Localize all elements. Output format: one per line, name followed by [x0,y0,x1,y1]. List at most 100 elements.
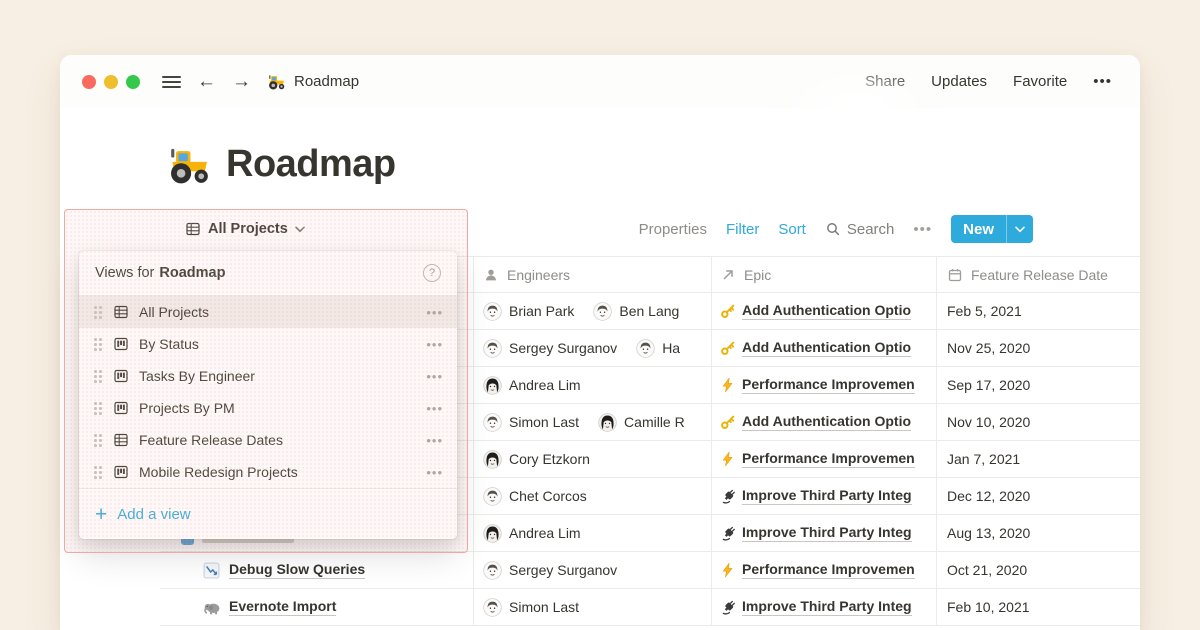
toolbar-more-button[interactable]: ••• [913,221,932,238]
drag-handle-icon[interactable] [93,401,102,415]
favorite-button[interactable]: Favorite [1013,73,1067,90]
views-dropdown-menu: Views for Roadmap ? All Projects ••• By … [79,251,457,539]
topbar-more-button[interactable]: ••• [1093,73,1112,90]
item-more-button[interactable]: ••• [426,401,443,416]
filter-button[interactable]: Filter [726,221,759,238]
drag-handle-icon[interactable] [93,369,102,383]
table-view-icon [113,304,129,320]
epic-link[interactable]: Performance Improvemen [742,376,915,395]
views-menu-item-by-status[interactable]: By Status ••• [79,328,457,360]
table-view-icon [113,432,129,448]
views-menu-item-all-projects[interactable]: All Projects ••• [79,296,457,328]
zap-icon [720,377,736,393]
avatar [483,450,502,469]
tractor-icon [267,72,286,91]
people-icon [483,267,499,283]
table-row: Debug Slow Queries Sergey Surganov Perfo… [160,552,1140,589]
view-tab-all-projects[interactable]: All Projects [185,221,305,237]
minimize-window-button[interactable] [104,75,118,89]
new-dropdown-chevron-icon[interactable] [1007,226,1033,233]
avatar [483,302,502,321]
project-link[interactable]: Debug Slow Queries [229,561,365,580]
epic-link[interactable]: Improve Third Party Integ [742,487,912,506]
epic-link[interactable]: Add Authentication Optio [742,339,911,358]
board-view-icon [113,400,129,416]
column-header-feature-release-date[interactable]: Feature Release Date [936,257,1140,292]
avatar [636,339,655,358]
zap-icon [720,562,736,578]
avatar [593,302,612,321]
views-menu-item-projects-by-pm[interactable]: Projects By PM ••• [79,392,457,424]
table-view-icon [185,221,201,237]
search-button[interactable]: Search [825,221,895,238]
epic-link[interactable]: Performance Improvemen [742,561,915,580]
breadcrumb-doc-title[interactable]: Roadmap [294,73,359,90]
drag-handle-icon[interactable] [93,465,102,479]
item-more-button[interactable]: ••• [426,337,443,352]
forward-arrow-icon[interactable]: → [232,72,251,91]
plus-icon: + [95,504,107,525]
epic-link[interactable]: Improve Third Party Integ [742,598,912,617]
avatar [598,413,617,432]
key-icon [720,414,736,430]
help-icon[interactable]: ? [423,264,441,282]
app-window: ← → Roadmap Share Updates Favorite ••• R… [60,55,1140,630]
item-more-button[interactable]: ••• [426,465,443,480]
table-row: Evernote Import Simon Last Improve Third… [160,589,1140,626]
avatar [483,524,502,543]
board-view-icon [113,336,129,352]
chart-decreasing-icon [203,562,220,579]
avatar [483,413,502,432]
epic-link[interactable]: Add Authentication Optio [742,302,911,321]
menu-icon[interactable] [162,73,181,91]
plug-icon [720,525,736,541]
properties-button[interactable]: Properties [639,221,707,238]
views-menu-item-tasks-by-engineer[interactable]: Tasks By Engineer ••• [79,360,457,392]
item-more-button[interactable]: ••• [426,433,443,448]
arrow-up-right-icon [720,267,736,283]
back-arrow-icon[interactable]: ← [197,72,216,91]
views-menu-item-mobile-redesign-projects[interactable]: Mobile Redesign Projects ••• [79,456,457,488]
zap-icon [720,451,736,467]
page-icon-tractor[interactable] [166,141,212,187]
plug-icon [720,488,736,504]
project-link[interactable]: Evernote Import [229,598,336,617]
epic-link[interactable]: Add Authentication Optio [742,413,911,432]
column-header-epic[interactable]: Epic [711,257,936,292]
avatar [483,598,502,617]
page-title: Roadmap [226,143,396,186]
calendar-icon [947,267,963,283]
avatar [483,561,502,580]
drag-handle-icon[interactable] [93,305,102,319]
chevron-down-icon [295,226,305,233]
close-window-button[interactable] [82,75,96,89]
zoom-window-button[interactable] [126,75,140,89]
plug-icon [720,599,736,615]
highlight-blob [770,61,945,151]
item-more-button[interactable]: ••• [426,369,443,384]
avatar [483,487,502,506]
key-icon [720,340,736,356]
updates-button[interactable]: Updates [931,73,987,90]
avatar [483,339,502,358]
drag-handle-icon[interactable] [93,337,102,351]
new-button[interactable]: New [951,215,1033,243]
views-menu-header: Views for Roadmap ? [79,251,457,295]
window-topbar: ← → Roadmap Share Updates Favorite ••• [60,55,1140,108]
elephant-icon [203,599,220,616]
page-header: Roadmap [166,141,396,187]
item-more-button[interactable]: ••• [426,305,443,320]
sort-button[interactable]: Sort [778,221,806,238]
views-menu-item-feature-release-dates[interactable]: Feature Release Dates ••• [79,424,457,456]
drag-handle-icon[interactable] [93,433,102,447]
screenshot-canvas: ← → Roadmap Share Updates Favorite ••• R… [0,0,1200,630]
add-a-view-button[interactable]: + Add a view [79,489,457,539]
board-view-icon [113,464,129,480]
epic-link[interactable]: Performance Improvemen [742,450,915,469]
view-toolbar: All Projects Properties Filter Sort Sear… [60,213,1140,245]
avatar [483,376,502,395]
search-icon [825,221,841,237]
epic-link[interactable]: Improve Third Party Integ [742,524,912,543]
board-view-icon [113,368,129,384]
column-header-engineers[interactable]: Engineers [473,257,711,292]
